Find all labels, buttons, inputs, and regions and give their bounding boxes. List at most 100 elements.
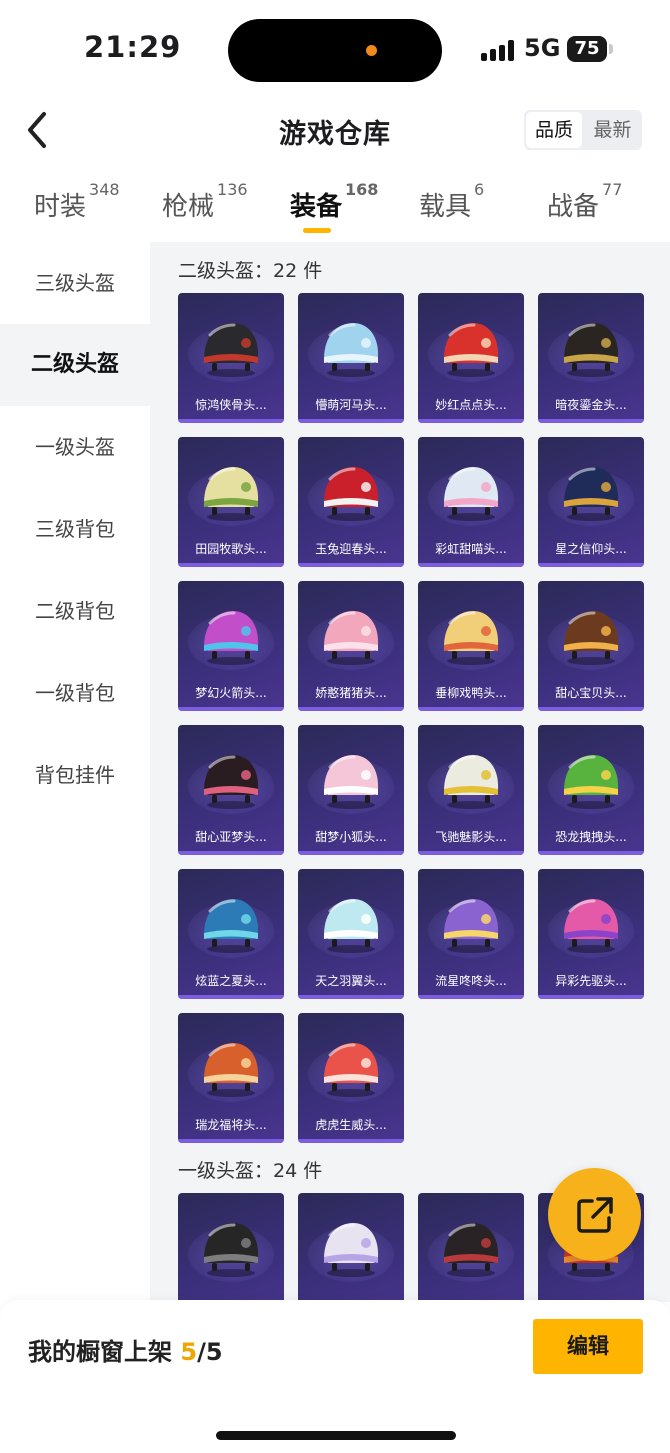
- item-name: 甜心亚梦头...: [195, 830, 267, 844]
- level2-helmet-card[interactable]: 甜心宝贝头...: [538, 581, 644, 711]
- level2-helmet-card[interactable]: 暗夜鎏金头...: [538, 293, 644, 423]
- level2-helmet-card[interactable]: 娇憨猪猪头...: [298, 581, 404, 711]
- level2-helmet-card[interactable]: 彩虹甜喵头...: [418, 437, 524, 567]
- item-name: 异彩先驱头...: [555, 974, 627, 988]
- item-name: 垂柳戏鸭头...: [435, 686, 507, 700]
- edit-button[interactable]: 编辑: [533, 1319, 643, 1374]
- nav-bar: 游戏仓库 品质 最新: [0, 96, 670, 164]
- sidebar-item-backpack-charm[interactable]: 背包挂件: [0, 734, 150, 816]
- item-name: 妙红点点头...: [435, 398, 507, 412]
- level2-helmet-card[interactable]: 炫蓝之夏头...: [178, 869, 284, 999]
- helmet-icon: [204, 1043, 259, 1097]
- helmet-icon: [324, 1223, 379, 1277]
- recording-dot-icon: [366, 45, 377, 56]
- item-name: 玉兔迎春头...: [315, 542, 387, 556]
- tab-vehicles[interactable]: 载具6: [419, 180, 484, 223]
- tab-equipment[interactable]: 装备168: [290, 180, 378, 223]
- level1-helmet-card[interactable]: [178, 1193, 284, 1302]
- level2-helmet-card[interactable]: 懵萌河马头...: [298, 293, 404, 423]
- item-name: 天之羽翼头...: [315, 974, 387, 988]
- showcase-current: 5: [180, 1338, 198, 1366]
- sidebar-item-level2-helmet[interactable]: 二级头盔: [0, 324, 150, 406]
- network-type: 5G: [524, 34, 561, 62]
- item-name: 恐龙拽拽头...: [555, 830, 627, 844]
- helmet-icon: [324, 611, 379, 665]
- helmet-icon: [564, 755, 619, 809]
- helmet-icon: [204, 467, 259, 521]
- level1-helmet-card[interactable]: [418, 1193, 524, 1302]
- helmet-icon: [444, 323, 499, 377]
- sort-latest-button[interactable]: 最新: [583, 110, 642, 150]
- level2-helmet-card[interactable]: 玉兔迎春头...: [298, 437, 404, 567]
- status-bar: 21:29 5G 75: [0, 0, 670, 96]
- sidebar-item-level1-backpack[interactable]: 一级背包: [0, 652, 150, 734]
- level1-helmet-card[interactable]: [298, 1193, 404, 1302]
- level2-helmet-card[interactable]: 天之羽翼头...: [298, 869, 404, 999]
- level2-helmet-card[interactable]: 垂柳戏鸭头...: [418, 581, 524, 711]
- helmet-icon: [204, 323, 259, 377]
- level2-helmet-card[interactable]: 异彩先驱头...: [538, 869, 644, 999]
- helmet-icon: [324, 323, 379, 377]
- helmet-icon: [564, 611, 619, 665]
- item-name: 田园牧歌头...: [195, 542, 267, 556]
- helmet-icon: [564, 323, 619, 377]
- level2-helmet-card[interactable]: 恐龙拽拽头...: [538, 725, 644, 855]
- item-name: 懵萌河马头...: [315, 398, 387, 412]
- level2-helmet-card[interactable]: 惊鸿侠骨头...: [178, 293, 284, 423]
- item-name: 星之信仰头...: [555, 542, 627, 556]
- item-name: 梦幻火箭头...: [195, 686, 267, 700]
- tab-fashion[interactable]: 时装348: [34, 180, 120, 223]
- item-grid-panel: 二级头盔：22 件 惊鸿侠骨头... 懵萌河马头... 妙红点点头... 暗夜鎏金头.…: [150, 242, 670, 1302]
- sidebar-item-level1-helmet[interactable]: 一级头盔: [0, 406, 150, 488]
- level2-helmet-card[interactable]: 星之信仰头...: [538, 437, 644, 567]
- item-name: 暗夜鎏金头...: [555, 398, 627, 412]
- sidebar: 三级头盔 二级头盔 一级头盔 三级背包 二级背包 一级背包 背包挂件: [0, 242, 150, 1302]
- item-name: 飞驰魅影头...: [435, 830, 507, 844]
- helmet-icon: [324, 1043, 379, 1097]
- home-indicator[interactable]: [216, 1431, 456, 1440]
- level2-helmet-card[interactable]: 瑞龙福将头...: [178, 1013, 284, 1143]
- helmet-icon: [564, 467, 619, 521]
- sidebar-item-level2-backpack[interactable]: 二级背包: [0, 570, 150, 652]
- item-name: 彩虹甜喵头...: [435, 542, 507, 556]
- item-name: 甜心宝贝头...: [555, 686, 627, 700]
- showcase-counter: 我的橱窗上架 5/5: [28, 1332, 223, 1367]
- tab-guns[interactable]: 枪械136: [162, 180, 248, 223]
- share-button[interactable]: [548, 1168, 641, 1261]
- level2-helmet-card[interactable]: 甜心亚梦头...: [178, 725, 284, 855]
- item-name: 流星咚咚头...: [435, 974, 507, 988]
- level2-helmet-card[interactable]: 妙红点点头...: [418, 293, 524, 423]
- showcase-bar: 我的橱窗上架 5/5 编辑: [0, 1300, 670, 1453]
- helmet-icon: [204, 755, 259, 809]
- helmet-icon: [564, 899, 619, 953]
- item-name: 甜梦小狐头...: [315, 830, 387, 844]
- item-name: 惊鸿侠骨头...: [195, 398, 267, 412]
- tab-supplies[interactable]: 战备77: [547, 180, 622, 223]
- sidebar-item-level3-helmet[interactable]: 三级头盔: [0, 242, 150, 324]
- helmet-icon: [444, 611, 499, 665]
- item-name: 瑞龙福将头...: [195, 1118, 267, 1132]
- showcase-total: /5: [197, 1338, 223, 1366]
- level2-helmet-card[interactable]: 虎虎生威头...: [298, 1013, 404, 1143]
- tab-indicator: [303, 228, 331, 233]
- item-name: 娇憨猪猪头...: [315, 686, 387, 700]
- showcase-label: 我的橱窗上架: [28, 1338, 172, 1366]
- helmet-icon: [324, 467, 379, 521]
- helmet-icon: [324, 755, 379, 809]
- sort-toggle: 品质 最新: [524, 110, 642, 150]
- sort-quality-button[interactable]: 品质: [526, 112, 582, 148]
- signal-icon: [481, 39, 515, 61]
- battery-cap: [609, 44, 613, 54]
- sidebar-item-level3-backpack[interactable]: 三级背包: [0, 488, 150, 570]
- item-name: 虎虎生威头...: [315, 1118, 387, 1132]
- battery-icon: 75: [567, 36, 607, 62]
- level2-helmet-card[interactable]: 甜梦小狐头...: [298, 725, 404, 855]
- level2-helmet-card[interactable]: 田园牧歌头...: [178, 437, 284, 567]
- section-title-level1: 一级头盔：24 件: [178, 1160, 323, 1182]
- level2-helmet-card[interactable]: 飞驰魅影头...: [418, 725, 524, 855]
- helmet-icon: [204, 1223, 259, 1277]
- helmet-icon: [204, 611, 259, 665]
- category-tabs: 时装348 枪械136 装备168 载具6 战备77: [0, 176, 670, 240]
- level2-helmet-card[interactable]: 流星咚咚头...: [418, 869, 524, 999]
- level2-helmet-card[interactable]: 梦幻火箭头...: [178, 581, 284, 711]
